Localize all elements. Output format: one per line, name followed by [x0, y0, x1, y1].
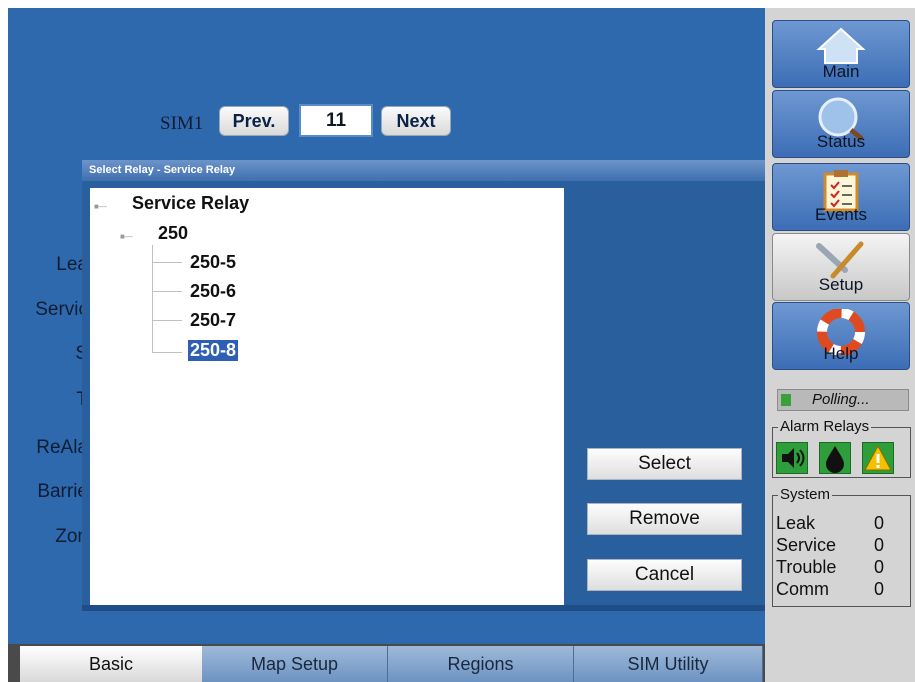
system-comm-label: Comm	[776, 579, 829, 599]
sim-number-field[interactable]: 11	[299, 104, 373, 137]
tab-basic[interactable]: Basic	[20, 646, 202, 682]
bg-label-service: Servic	[35, 299, 88, 320]
relay-tree[interactable]: ■— Service Relay ■— 250 250-5 250-6 250-…	[90, 188, 564, 606]
tree-line	[152, 320, 182, 321]
tab-regions[interactable]: Regions	[388, 646, 574, 682]
nav-status-button[interactable]: Status	[772, 90, 910, 158]
system-title: System	[778, 486, 833, 503]
next-button[interactable]: Next	[381, 106, 451, 136]
system-trouble-label: Trouble	[776, 557, 837, 577]
nav-help-label: Help	[823, 344, 859, 363]
system-service-value: 0	[873, 535, 884, 555]
bg-label-zone: Zon	[55, 526, 88, 547]
tree-node-250-8[interactable]: 250-8	[188, 340, 239, 361]
tree-expander-icon[interactable]: ■—	[120, 232, 133, 241]
tree-node-service-relay[interactable]: Service Relay	[132, 193, 249, 214]
system-service-label: Service	[776, 535, 837, 555]
bg-label-s: S	[0, 343, 88, 365]
tree-line	[152, 291, 182, 292]
nav-events-label: Events	[815, 205, 867, 224]
nav-help-button[interactable]: Help	[772, 302, 910, 370]
remove-button[interactable]: Remove	[587, 503, 742, 535]
tree-line	[152, 352, 182, 353]
system-leak-value: 0	[873, 513, 884, 533]
tree-node-250-5[interactable]: 250-5	[190, 252, 236, 273]
home-icon	[816, 27, 866, 64]
bg-label-realarm: ReAla	[36, 437, 88, 458]
tab-bar: Basic Map Setup Regions SIM Utility	[8, 644, 765, 682]
system-leak-label: Leak	[776, 513, 816, 533]
alarm-relays-group: Alarm Relays	[772, 418, 911, 478]
cancel-button[interactable]: Cancel	[587, 559, 742, 591]
sim-label: SIM1	[160, 113, 204, 134]
tab-sim-utility[interactable]: SIM Utility	[574, 646, 763, 682]
dialog-border	[82, 605, 766, 611]
tree-node-250-7[interactable]: 250-7	[190, 310, 236, 331]
nav-setup-label: Setup	[818, 275, 864, 294]
tree-line	[152, 262, 182, 263]
system-row-trouble: Trouble 0	[776, 557, 884, 577]
alarm-relays-title: Alarm Relays	[778, 418, 872, 435]
polling-led-icon	[781, 394, 791, 406]
prev-button[interactable]: Prev.	[219, 106, 289, 136]
select-button[interactable]: Select	[587, 448, 742, 480]
system-group: System Leak 0 Service 0 Trouble 0 Comm 0	[772, 486, 911, 607]
side-panel: Main Status Events Setup Help Polling...…	[765, 8, 915, 682]
nav-status-label: Status	[816, 132, 866, 151]
tree-expander-icon[interactable]: ■—	[94, 202, 107, 211]
system-trouble-value: 0	[873, 557, 884, 577]
bg-label-barrier: Barrie	[37, 481, 88, 502]
polling-text: Polling...	[812, 391, 870, 408]
speaker-icon[interactable]	[776, 442, 808, 474]
bg-label-leak: Lea	[56, 254, 88, 275]
nav-main-button[interactable]: Main	[772, 20, 910, 88]
tree-node-250-6[interactable]: 250-6	[190, 281, 236, 302]
system-comm-value: 0	[873, 579, 884, 599]
select-relay-dialog: Select Relay - Service Relay ■— Service …	[82, 160, 766, 611]
warning-icon[interactable]	[862, 442, 894, 474]
nav-events-button[interactable]: Events	[772, 163, 910, 231]
tree-node-250[interactable]: 250	[158, 223, 188, 244]
tab-map-setup[interactable]: Map Setup	[202, 646, 388, 682]
system-row-comm: Comm 0	[776, 579, 884, 599]
bg-label-t: T	[0, 389, 88, 411]
nav-main-label: Main	[822, 62, 860, 81]
system-row-service: Service 0	[776, 535, 884, 555]
system-row-leak: Leak 0	[776, 513, 884, 533]
polling-status: Polling...	[777, 389, 909, 411]
drop-icon[interactable]	[819, 442, 851, 474]
nav-setup-button[interactable]: Setup	[772, 233, 910, 301]
dialog-title: Select Relay - Service Relay	[82, 160, 766, 181]
